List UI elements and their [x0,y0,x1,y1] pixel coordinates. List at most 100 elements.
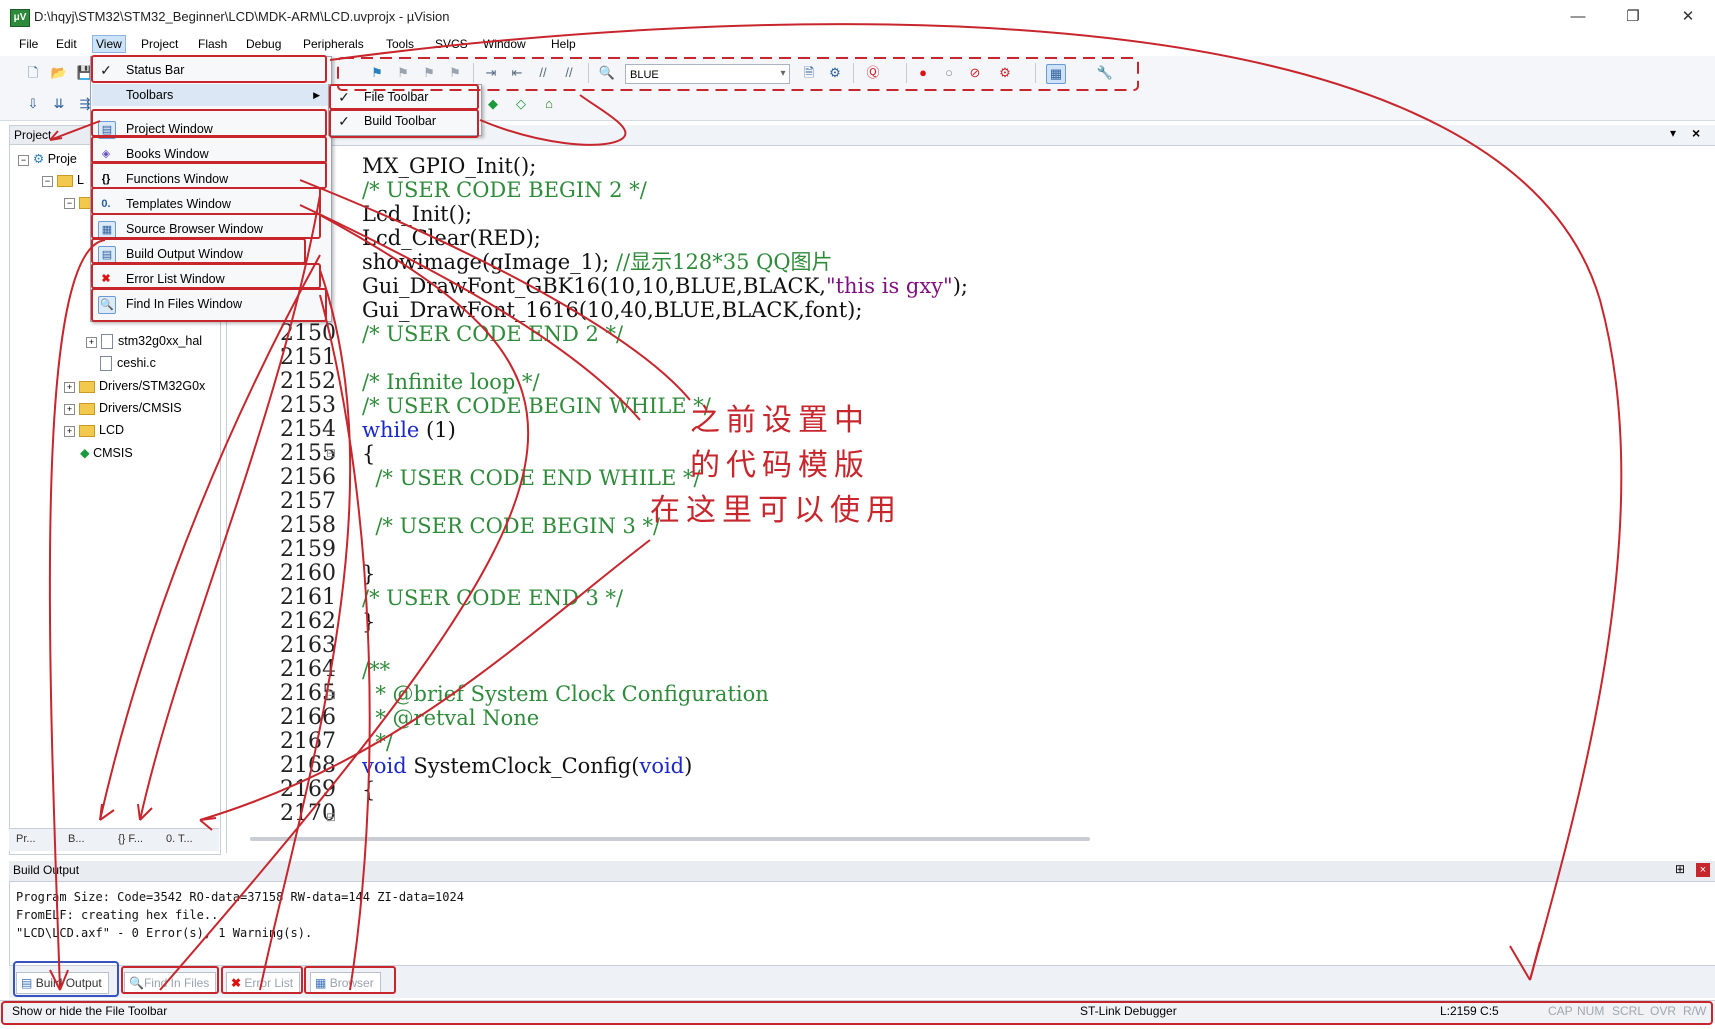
menu-tools[interactable]: Tools [383,37,417,51]
tree-item-group[interactable]: + Drivers/STM32G0x [64,379,205,393]
expand-icon[interactable]: + [64,382,75,393]
wrench-icon[interactable]: 🔧 [1096,64,1114,82]
tree-item-project[interactable]: − ⚙ Proje [18,151,77,166]
close-button[interactable]: ✕ [1665,0,1711,34]
manage-components-icon[interactable]: ⌂ [540,95,558,113]
menu-item-error-list-window[interactable]: ✖ Error List Window [92,268,328,290]
breakpoint-kill-icon[interactable]: ⊘ [966,64,984,82]
expand-icon[interactable]: + [64,404,75,415]
tab-dropdown-icon[interactable]: ▾ [1670,126,1676,140]
fold-marker-icon[interactable]: ⊟ [326,810,336,824]
collapse-icon[interactable]: − [64,198,75,209]
menu-view[interactable]: View [92,35,126,53]
menu-flash[interactable]: Flash [195,37,230,51]
code-line[interactable] [362,634,968,658]
build-icon[interactable]: ⇊ [50,95,68,113]
fold-marker-icon[interactable]: ⊟ [326,688,336,702]
menu-item-find-in-files-window[interactable]: 🔍 Find In Files Window [92,293,328,315]
menu-debug[interactable]: Debug [243,37,284,51]
code-line[interactable]: while (1) [362,418,968,442]
code-line[interactable]: { [362,442,968,466]
tree-item-group[interactable]: + Drivers/CMSIS [64,401,182,415]
tree-item-target[interactable]: − L [42,173,84,187]
indent-icon[interactable]: ⇥ [482,64,500,82]
menu-item-toolbars[interactable]: Toolbars ▶ [92,84,328,106]
code-line[interactable]: { [362,778,968,802]
menu-item-templates-window[interactable]: 0. Templates Window [92,193,328,215]
tab-functions[interactable]: {} F... [118,833,143,845]
tab-project[interactable]: Pr... [16,833,36,845]
breakpoint-all-icon[interactable]: ⚙ [996,64,1014,82]
code-line[interactable]: Lcd_Init(); [362,202,968,226]
code-line[interactable]: } [362,562,968,586]
menu-item-status-bar[interactable]: ✓ Status Bar [92,59,328,81]
code-line[interactable]: /** [362,658,968,682]
code-line[interactable]: void SystemClock_Config(void) [362,754,968,778]
code-line[interactable]: */ [362,730,968,754]
code-line[interactable]: Gui_DrawFont_1616(10,40,BLUE,BLACK,font)… [362,298,968,322]
tree-item-cmsis[interactable]: ◆ CMSIS [80,445,133,460]
download-icon[interactable]: ◆ [484,95,502,113]
tree-item-file[interactable]: ceshi.c [100,356,156,372]
new-file-icon[interactable]: 🗋 [24,64,42,82]
tab-books[interactable]: B... [68,833,85,845]
target-select[interactable]: BLUE [625,64,790,84]
menu-item-books-window[interactable]: ◈ Books Window [92,143,328,165]
bookmark-prev-icon[interactable]: ⚑ [394,64,412,82]
unindent-icon[interactable]: ⇤ [508,64,526,82]
code-line[interactable]: /* USER CODE END 3 */ [362,586,968,610]
menu-item-build-output-window[interactable]: ▤ Build Output Window [92,243,328,265]
tree-item-group[interactable]: + LCD [64,423,124,437]
code-line[interactable]: Lcd_Clear(RED); [362,226,968,250]
menu-project[interactable]: Project [138,37,181,51]
bookmark-clear-icon[interactable]: ⚑ [446,64,464,82]
breakpoint-icon[interactable]: ● [914,64,932,82]
code-content[interactable]: MX_GPIO_Init();/* USER CODE BEGIN 2 */Lc… [362,154,968,802]
translate-icon[interactable]: ⇩ [24,95,42,113]
breakpoint-disable-icon[interactable]: ○ [940,64,958,82]
menu-file[interactable]: File [16,37,41,51]
manage-icon[interactable]: ⚙ [826,64,844,82]
code-line[interactable]: Gui_DrawFont_GBK16(10,10,BLUE,BLACK,"thi… [362,274,968,298]
comment-icon[interactable]: // [534,64,552,82]
code-line[interactable]: } [362,610,968,634]
close-panel-icon[interactable]: × [1696,863,1710,877]
tree-item-file[interactable]: + stm32g0xx_hal [86,334,202,350]
menu-svcs[interactable]: SVCS [432,37,471,51]
chevron-down-icon[interactable]: ▾ [774,65,792,83]
code-line[interactable]: /* USER CODE END 2 */ [362,322,968,346]
fold-marker-icon[interactable]: ⊟ [326,446,336,460]
pin-icon[interactable]: ⊞ [1675,862,1685,876]
debug-session-icon[interactable]: Ⓠ [864,64,882,82]
collapse-icon[interactable]: − [42,176,53,187]
code-line[interactable]: showimage(gImage_1); //显示128*35 QQ图片 [362,250,968,274]
close-tab-icon[interactable]: × [1692,125,1700,141]
tab-find-in-files[interactable]: 🔍Find In Files [124,972,217,994]
expand-icon[interactable]: + [86,337,97,348]
code-line[interactable]: /* USER CODE BEGIN WHILE */ [362,394,968,418]
code-line[interactable]: * @brief System Clock Configuration [362,682,968,706]
menu-item-project-window[interactable]: ▤ Project Window [92,118,328,140]
uncomment-icon[interactable]: // [560,64,578,82]
menu-item-source-browser-window[interactable]: ▦ Source Browser Window [92,218,328,240]
tab-error-list[interactable]: ✖ Error List [226,972,301,994]
options-icon[interactable]: 🗎 [800,64,818,82]
find-in-files-icon[interactable]: 🔍 [598,64,616,82]
menu-window[interactable]: Window [480,37,529,51]
code-line[interactable]: /* Infinite loop */ [362,370,968,394]
restore-button[interactable]: ❐ [1610,0,1656,34]
horizontal-scrollbar[interactable] [250,837,1090,841]
code-line[interactable]: MX_GPIO_Init(); [362,154,968,178]
bookmark-icon[interactable]: ⚑ [368,64,386,82]
code-line[interactable]: * @retval None [362,706,968,730]
menu-peripherals[interactable]: Peripherals [300,37,367,51]
tab-browser[interactable]: ▦ Browser [310,972,381,994]
tab-build-output[interactable]: ▤ Build Output [16,972,109,994]
menu-edit[interactable]: Edit [53,37,80,51]
bookmark-next-icon[interactable]: ⚑ [420,64,438,82]
code-line[interactable] [362,346,968,370]
expand-icon[interactable]: + [64,426,75,437]
minimize-button[interactable]: — [1555,0,1601,34]
collapse-icon[interactable]: − [18,155,29,166]
open-folder-icon[interactable]: 📂 [50,64,68,82]
